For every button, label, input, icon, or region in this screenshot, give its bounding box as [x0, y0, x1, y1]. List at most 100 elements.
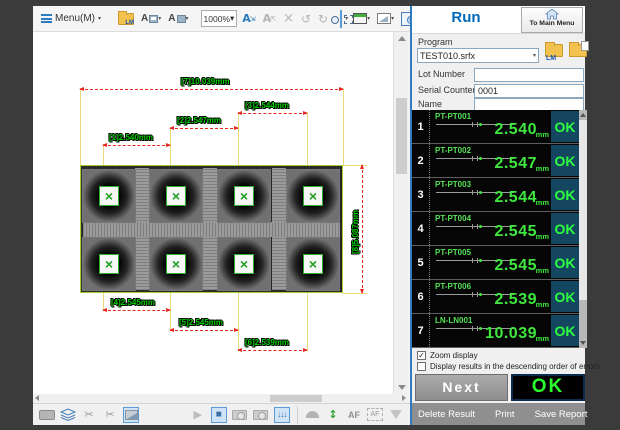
autofocus-target-button[interactable]: AF	[367, 406, 383, 424]
result-row[interactable]: 4 PT-PT004 2.545 mm OK	[412, 212, 587, 246]
image-display-button[interactable]: ▾	[351, 9, 372, 29]
panel-header: Run To Main Menu	[412, 6, 585, 34]
scrollbar-thumb[interactable]	[579, 120, 587, 300]
scroll-down-icon[interactable]	[580, 341, 586, 345]
delete-result-button[interactable]: Delete Result	[412, 409, 481, 420]
zoom-actual-button[interactable]: A⇱	[261, 9, 278, 29]
status-badge: OK	[551, 111, 579, 142]
save-results-button[interactable]: A▾	[139, 9, 163, 29]
open-program-button[interactable]: LM	[116, 9, 136, 29]
sort-errors-option[interactable]: Display results in the descending order …	[417, 362, 600, 371]
cut-button[interactable]: ✂	[102, 406, 118, 424]
next-button[interactable]: Next	[415, 374, 508, 401]
stage-button[interactable]	[39, 406, 55, 424]
to-main-menu-label: To Main Menu	[522, 20, 582, 27]
result-row[interactable]: 7 LN-LN001 10.039 mm OK	[412, 314, 587, 348]
result-row[interactable]: 6 PT-PT006 2.539 mm OK	[412, 280, 587, 314]
lot-number-input[interactable]	[474, 68, 584, 82]
result-index: 6	[412, 280, 430, 313]
zoom-display-option[interactable]: Zoom display	[417, 351, 478, 360]
results-scrollbar[interactable]	[579, 110, 587, 348]
camera-capture-button-1[interactable]	[232, 406, 248, 424]
dimension-line-5	[170, 330, 238, 331]
lighting-button[interactable]	[388, 406, 404, 424]
measure-point-icon: ×	[309, 189, 317, 203]
result-index: 5	[412, 246, 430, 279]
menu-label: Menu(M)	[55, 13, 95, 24]
zoom-level-select[interactable]: 1000% ▾	[201, 10, 238, 27]
result-index: 1	[412, 110, 430, 143]
sort-errors-checkbox[interactable]	[417, 362, 426, 371]
stage-icon	[39, 410, 55, 420]
result-name: LN-LN001	[435, 316, 472, 325]
scroll-left-icon[interactable]	[35, 395, 39, 401]
serial-counter-row: Serial Counter	[412, 84, 585, 98]
serial-counter-input[interactable]	[474, 84, 584, 98]
save-report-button[interactable]: Save Report	[529, 409, 594, 420]
result-row[interactable]: 1 PT-PT001 2.540 mm OK	[412, 110, 587, 144]
camera-flash-icon	[253, 410, 268, 420]
trim-scissors-icon: ✂	[84, 408, 93, 421]
position-display-button[interactable]: ▾	[375, 9, 396, 29]
focus-range-button[interactable]: ↕	[325, 406, 341, 424]
layers-button[interactable]	[60, 406, 76, 424]
print-button[interactable]: Print	[481, 409, 529, 420]
result-row[interactable]: 2 PT-PT002 2.547 mm OK	[412, 144, 587, 178]
undo-button[interactable]: ↺	[299, 9, 313, 29]
tolerance-marker-icon	[479, 293, 482, 296]
capture-image-button[interactable]	[123, 407, 139, 423]
scrollbar-thumb[interactable]	[270, 395, 322, 402]
lens-button[interactable]	[304, 406, 320, 424]
autofocus-button[interactable]: AF	[346, 406, 362, 424]
result-actions-bar: Delete Result Print Save Report	[412, 403, 585, 425]
result-row[interactable]: 3 PT-PT003 2.544 mm OK	[412, 178, 587, 212]
continuous-measure-button[interactable]: ↓↓↓	[274, 407, 290, 423]
redo-button[interactable]: ↻	[316, 9, 330, 29]
scroll-up-icon[interactable]	[398, 36, 406, 41]
measure-point-icon: ×	[309, 257, 317, 271]
part-web	[83, 222, 340, 237]
status-badge: OK	[551, 247, 579, 278]
overall-status-display: OK	[511, 374, 585, 401]
scroll-right-icon[interactable]	[402, 395, 406, 401]
scroll-up-icon[interactable]	[580, 113, 586, 117]
zoom-display-checkbox[interactable]	[417, 351, 426, 360]
dimension-label-6: [6]2.539mm	[245, 338, 289, 347]
zoom-fit-button[interactable]: A⇲	[240, 9, 257, 29]
result-row[interactable]: 5 PT-PT005 2.545 mm OK	[412, 246, 587, 280]
stop-measure-button[interactable]: ■	[211, 407, 227, 423]
dimension-line-7	[80, 89, 343, 90]
menu-button[interactable]: Menu(M) ▾	[36, 10, 106, 27]
region-select-button[interactable]	[340, 10, 342, 28]
delete-button[interactable]: ×	[281, 9, 296, 29]
run-panel: Run To Main Menu Program TEST010.srfx ▾ …	[410, 6, 585, 425]
scrollbar-thumb[interactable]	[396, 98, 407, 174]
image-canvas[interactable]: × × × × × × × × [7]10.039mm [3]2.544mm […	[33, 32, 393, 394]
program-select[interactable]: TEST010.srfx ▾	[417, 48, 539, 63]
program-copy-button[interactable]	[569, 44, 587, 57]
result-name: PT-PT001	[435, 112, 471, 121]
app-window: Menu(M) ▾ LM A▾ A▾ 1000% ▾ A⇲ A⇱ × ↺ ↻ ▾	[33, 6, 585, 425]
scroll-down-icon[interactable]	[398, 385, 406, 390]
run-measure-button[interactable]: ▶	[190, 406, 206, 424]
chevron-down-icon: ▾	[391, 15, 394, 22]
stage-control-toolbar: ✂ ✂ ▶ ■ ↓↓↓ ↕ AF AF	[33, 403, 410, 425]
hole-feature: ×	[149, 237, 203, 291]
canvas-horizontal-scrollbar[interactable]	[33, 394, 408, 403]
print-results-button[interactable]: A▾	[166, 9, 190, 29]
result-unit: mm	[536, 334, 549, 343]
scissors-icon: ✂	[105, 408, 114, 421]
trim-text-button[interactable]: ✂	[81, 406, 97, 424]
dimension-line-4	[103, 310, 170, 311]
hole-feature: ×	[286, 169, 340, 223]
lens-icon	[306, 411, 319, 418]
result-value: 2.547	[494, 155, 537, 173]
load-program-button[interactable]: LM	[545, 44, 563, 57]
canvas-vertical-scrollbar[interactable]	[393, 32, 408, 394]
result-index: 4	[412, 212, 430, 245]
result-name: PT-PT005	[435, 248, 471, 257]
camera-capture-button-2[interactable]	[253, 406, 269, 424]
to-main-menu-button[interactable]: To Main Menu	[521, 7, 583, 33]
lot-number-row: Lot Number	[412, 68, 585, 82]
save-a-icon: A	[141, 13, 148, 24]
